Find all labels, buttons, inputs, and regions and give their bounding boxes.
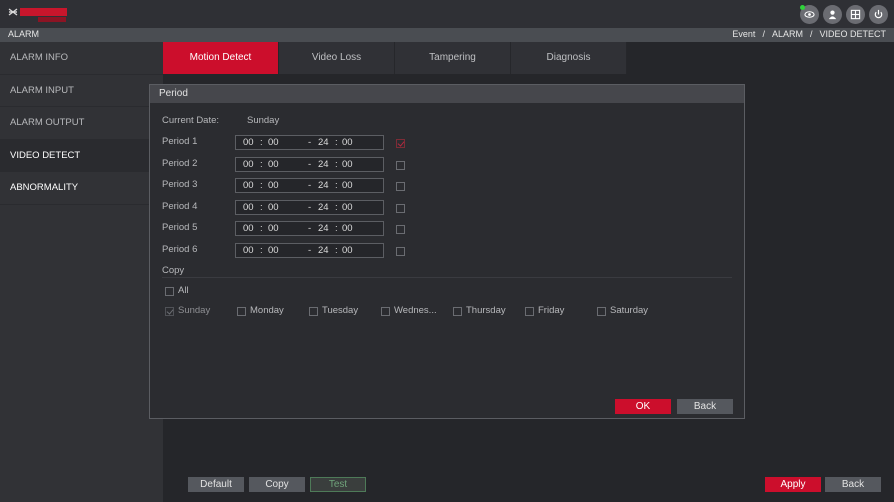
power-icon[interactable] <box>869 5 888 24</box>
period-time-range[interactable]: 00 : 00 - 24 : 00 <box>235 178 384 193</box>
period-time-range[interactable]: 00 : 00 - 24 : 00 <box>235 243 384 258</box>
ok-button[interactable]: OK <box>615 399 671 414</box>
breadcrumb-event[interactable]: Event <box>732 29 755 39</box>
day-label-tuesday: Tuesday <box>322 305 359 316</box>
breadcrumb-bar: ALARM Event / ALARM / VIDEO DETECT <box>0 28 894 42</box>
period-enable-checkbox[interactable] <box>396 182 405 191</box>
period-enable-checkbox[interactable] <box>396 247 405 256</box>
day-label-friday: Friday <box>538 305 565 316</box>
tab-bar: Motion Detect Video Loss Tampering Diagn… <box>163 42 627 74</box>
period-label: Period 1 <box>162 136 198 147</box>
day-label-sunday: Sunday <box>178 305 211 316</box>
page-title: ALARM <box>8 29 40 39</box>
copy-section-label: Copy <box>162 265 185 276</box>
tab-diagnosis[interactable]: Diagnosis <box>511 42 627 74</box>
period-label: Period 5 <box>162 222 198 233</box>
period-label: Period 3 <box>162 179 198 190</box>
eye-icon[interactable] <box>800 5 819 24</box>
period-label: Period 6 <box>162 244 198 255</box>
period-time-range[interactable]: 00 : 00 - 24 : 00 <box>235 221 384 236</box>
period-enable-checkbox[interactable] <box>396 225 405 234</box>
day-checkbox-saturday[interactable] <box>597 307 606 316</box>
day-checkbox-thursday[interactable] <box>453 307 462 316</box>
period-time-range[interactable]: 00 : 00 - 24 : 00 <box>235 200 384 215</box>
sidebar-item-alarm-output[interactable]: ALARM OUTPUT <box>0 107 163 140</box>
sidebar: ALARM INFO ALARM INPUT ALARM OUTPUT VIDE… <box>0 42 163 502</box>
tab-tampering[interactable]: Tampering <box>395 42 511 74</box>
online-status-dot <box>800 5 805 10</box>
breadcrumb: Event / ALARM / VIDEO DETECT <box>732 29 886 39</box>
day-checkbox-wednesday[interactable] <box>381 307 390 316</box>
day-checkbox-sunday <box>165 307 174 316</box>
breadcrumb-alarm[interactable]: ALARM <box>772 29 803 39</box>
day-checkbox-monday[interactable] <box>237 307 246 316</box>
user-icon[interactable] <box>823 5 842 24</box>
day-label-thursday: Thursday <box>466 305 506 316</box>
brand-logo <box>8 8 67 22</box>
period-label: Period 2 <box>162 158 198 169</box>
period-enable-checkbox[interactable] <box>396 139 405 148</box>
breadcrumb-video-detect: VIDEO DETECT <box>819 29 886 39</box>
breadcrumb-separator: / <box>809 29 813 39</box>
default-button[interactable]: Default <box>188 477 244 492</box>
day-checkbox-friday[interactable] <box>525 307 534 316</box>
copy-all-label: All <box>178 285 189 296</box>
day-label-monday: Monday <box>250 305 284 316</box>
top-bar <box>0 0 894 28</box>
period-label: Period 4 <box>162 201 198 212</box>
period-time-range[interactable]: 00 : 00 - 24 : 00 <box>235 135 384 150</box>
current-date-label: Current Date: <box>162 115 220 126</box>
tab-motion-detect[interactable]: Motion Detect <box>163 42 279 74</box>
current-date-value: Sunday <box>247 115 280 126</box>
tab-video-loss[interactable]: Video Loss <box>279 42 395 74</box>
copy-all-checkbox[interactable] <box>165 287 174 296</box>
day-checkbox-tuesday[interactable] <box>309 307 318 316</box>
dialog-title: Period <box>150 85 744 103</box>
period-enable-checkbox[interactable] <box>396 204 405 213</box>
breadcrumb-separator: / <box>762 29 765 39</box>
day-label-wednesday: Wednes... <box>394 305 437 316</box>
grid-icon[interactable] <box>846 5 865 24</box>
sidebar-item-video-detect[interactable]: VIDEO DETECT <box>0 139 163 172</box>
day-label-saturday: Saturday <box>610 305 649 316</box>
sidebar-item-alarm-info[interactable]: ALARM INFO <box>0 42 163 75</box>
period-dialog: Period Current Date: Sunday Period 1 00 … <box>149 84 745 419</box>
period-enable-checkbox[interactable] <box>396 161 405 170</box>
back-button[interactable]: Back <box>825 477 881 492</box>
sidebar-item-abnormality[interactable]: ABNORMALITY <box>0 172 163 205</box>
dialog-back-button[interactable]: Back <box>677 399 733 414</box>
copy-button[interactable]: Copy <box>249 477 305 492</box>
period-time-range[interactable]: 00 : 00 - 24 : 00 <box>235 157 384 172</box>
sidebar-item-alarm-input[interactable]: ALARM INPUT <box>0 75 163 107</box>
test-button[interactable]: Test <box>310 477 366 492</box>
copy-divider <box>162 277 732 278</box>
apply-button[interactable]: Apply <box>765 477 821 492</box>
